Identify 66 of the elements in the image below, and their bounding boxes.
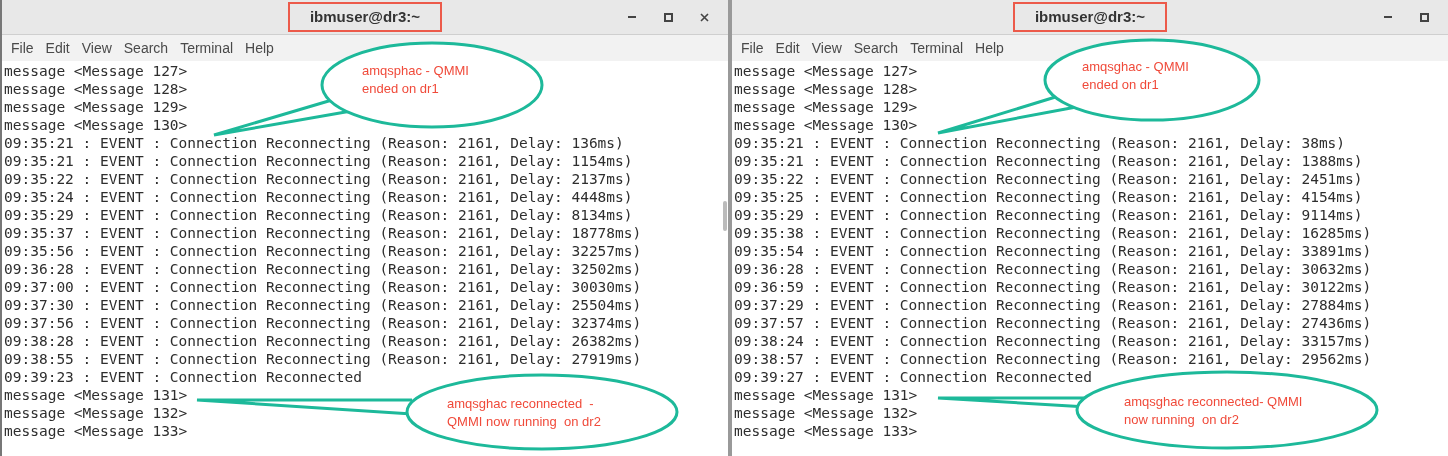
terminal-line: message <Message 131> [4,386,188,404]
terminal-line: message <Message 132> [4,404,188,422]
terminal-line: 09:37:30 : EVENT : Connection Reconnecting (Reason: 2161, Delay: 25504ms) [4,296,642,314]
scrollbar[interactable] [723,201,727,231]
terminal-line: 09:39:23 : EVENT : Connection Reconnected [4,368,362,386]
terminal-line: 09:38:28 : EVENT : Connection Reconnecting (Reason: 2161, Delay: 26382ms) [4,332,642,350]
callout-text: amqsphac - QMMI ended on dr1 [362,62,469,98]
terminal-line: message <Message 133> [4,422,188,440]
callout-text: amqsghac reconnected - QMMI now running on dr2 [447,395,601,431]
menu-item[interactable]: File [6,37,39,59]
terminal-line: message <Message 128> [4,80,188,98]
menu-item[interactable]: View [76,37,117,59]
terminal-line: 09:35:25 : EVENT : Connection Reconnecting (Reason: 2161, Delay: 4154ms) [734,188,1363,206]
terminal-line: 09:36:59 : EVENT : Connection Reconnecting (Reason: 2161, Delay: 30122ms) [734,278,1372,296]
menu-item[interactable]: Search [118,37,174,59]
terminal-line: message <Message 128> [734,80,918,98]
terminal-line: 09:37:56 : EVENT : Connection Reconnecting (Reason: 2161, Delay: 32374ms) [4,314,642,332]
terminal-line: message <Message 130> [4,116,188,134]
callout-text: amqsghac - QMMI ended on dr1 [1082,58,1189,94]
terminal-line: message <Message 131> [734,386,918,404]
terminal-line: message <Message 133> [734,422,918,440]
terminal-line: 09:35:56 : EVENT : Connection Reconnecting (Reason: 2161, Delay: 32257ms) [4,242,642,260]
terminal-line: 09:35:22 : EVENT : Connection Reconnecting (Reason: 2161, Delay: 2451ms) [734,170,1363,188]
minimize-icon [628,16,636,18]
terminal-line: 09:38:57 : EVENT : Connection Reconnecting (Reason: 2161, Delay: 29562ms) [734,350,1372,368]
terminal-line: 09:39:27 : EVENT : Connection Reconnected [734,368,1092,386]
maximize-icon [663,12,673,22]
menu-item[interactable]: Edit [770,37,805,59]
terminal-line: 09:35:29 : EVENT : Connection Reconnecting (Reason: 2161, Delay: 8134ms) [4,206,633,224]
terminal-line: 09:37:29 : EVENT : Connection Reconnecting (Reason: 2161, Delay: 27884ms) [734,296,1372,314]
terminal-line: 09:35:21 : EVENT : Connection Reconnecting (Reason: 2161, Delay: 1388ms) [734,152,1363,170]
minimize-icon [1384,16,1392,18]
terminal-line: 09:37:57 : EVENT : Connection Reconnecting (Reason: 2161, Delay: 27436ms) [734,314,1372,332]
menu-item[interactable]: Help [970,37,1009,59]
terminal-line: 09:35:54 : EVENT : Connection Reconnecting (Reason: 2161, Delay: 33891ms) [734,242,1372,260]
terminal-line: message <Message 132> [734,404,918,422]
terminal-line: 09:35:21 : EVENT : Connection Reconnecting (Reason: 2161, Delay: 136ms) [4,134,624,152]
terminal-line: message <Message 127> [734,62,918,80]
terminal-line: 09:35:37 : EVENT : Connection Reconnecting (Reason: 2161, Delay: 18778ms) [4,224,642,242]
window-title: ibmuser@dr3:~ [287,1,443,33]
menu-item[interactable]: Help [240,37,279,59]
terminal-line: 09:38:55 : EVENT : Connection Reconnecting (Reason: 2161, Delay: 27919ms) [4,350,642,368]
terminal-line: 09:36:28 : EVENT : Connection Reconnecting (Reason: 2161, Delay: 30632ms) [734,260,1372,278]
menu-item[interactable]: Edit [40,37,75,59]
window-title: ibmuser@dr3:~ [1012,1,1168,33]
terminal-line: message <Message 130> [734,116,918,134]
terminal-line: message <Message 129> [4,98,188,116]
terminal-line: 09:35:24 : EVENT : Connection Reconnecting (Reason: 2161, Delay: 4448ms) [4,188,633,206]
terminal-line: 09:38:24 : EVENT : Connection Reconnecting (Reason: 2161, Delay: 33157ms) [734,332,1372,350]
menu-item[interactable]: File [736,37,769,59]
maximize-icon [1419,12,1429,22]
terminal-line: 09:35:21 : EVENT : Connection Reconnecting (Reason: 2161, Delay: 1154ms) [4,152,633,170]
terminal-line: 09:35:22 : EVENT : Connection Reconnecting (Reason: 2161, Delay: 2137ms) [4,170,633,188]
terminal-line: 09:35:29 : EVENT : Connection Reconnecting (Reason: 2161, Delay: 9114ms) [734,206,1363,224]
terminal-line: 09:36:28 : EVENT : Connection Reconnecting (Reason: 2161, Delay: 32502ms) [4,260,642,278]
callout-text: amqsghac reconnected- QMMI now running on dr2 [1124,393,1303,429]
terminal-line: 09:35:38 : EVENT : Connection Reconnecting (Reason: 2161, Delay: 16285ms) [734,224,1372,242]
terminal-line: message <Message 129> [734,98,918,116]
terminal-line: 09:35:21 : EVENT : Connection Reconnecting (Reason: 2161, Delay: 38ms) [734,134,1346,152]
close-icon [699,12,709,22]
terminal-line: 09:37:00 : EVENT : Connection Reconnecting (Reason: 2161, Delay: 30030ms) [4,278,642,296]
menu-item[interactable]: View [806,37,847,59]
terminal-line: message <Message 127> [4,62,188,80]
menu-item[interactable]: Terminal [905,37,969,59]
menu-item[interactable]: Terminal [175,37,239,59]
menu-item[interactable]: Search [848,37,904,59]
